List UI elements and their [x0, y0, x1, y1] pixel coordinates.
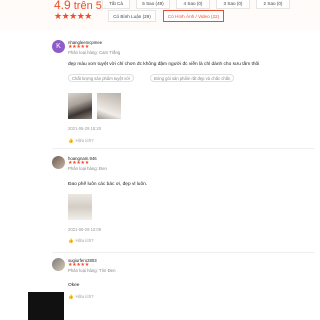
thumbs-up-icon: 👍 — [68, 294, 74, 299]
rating-summary: 4.9 trên 5 ★★★★★ Tất Cả 5 Sao (49) 4 Sao… — [0, 0, 320, 30]
helpful-label: Hữu ích? — [75, 294, 94, 299]
review-comment: Đao phế luôn các bác ơi, đẹp vl luôn. — [68, 182, 148, 187]
review-tag: Chất lượng sản phẩm tuyệt vời — [68, 74, 134, 82]
filter-5-star[interactable]: 5 Sao (49) — [136, 0, 170, 9]
review-variant: Phân loại hàng: Tím Đen — [68, 268, 116, 273]
review-comment: Okee — [68, 283, 80, 288]
helpful-button[interactable]: 👍 Hữu ích? — [68, 294, 94, 300]
review-date: 2021-06-29 15:20 — [68, 126, 102, 131]
filter-with-comment[interactable]: Có Bình Luận (29) — [108, 10, 156, 22]
filter-3-star[interactable]: 3 Sao (0) — [216, 0, 250, 9]
review-variant: Phân loại hàng: Cam Trắng — [68, 50, 121, 55]
thumbs-up-icon: 👍 — [68, 138, 74, 143]
filter-with-media[interactable]: Có Hình Ảnh / Video (22) — [163, 10, 224, 22]
helpful-label: Hữu ích? — [75, 238, 94, 243]
filter-2-star[interactable]: 2 Sao (0) — [256, 0, 290, 9]
thumbs-up-icon: 👍 — [68, 238, 74, 243]
review-date: 2021-06-29 12:09 — [68, 227, 102, 232]
helpful-label: Hữu ích? — [75, 138, 94, 143]
review-tag: Đóng gói sản phẩm rất đẹp và chắc chắn — [150, 74, 235, 82]
avatar[interactable] — [52, 258, 65, 271]
review-comment: đẹp màu xơn tuyệt vời chỉ chơn đc không … — [68, 62, 260, 67]
avatar[interactable] — [52, 156, 65, 169]
helpful-button[interactable]: 👍 Hữu ích? — [68, 138, 94, 144]
review-item: sugiurfero2803 ★★★★★ Phân loại hàng: Tím… — [52, 258, 314, 320]
helpful-button[interactable]: 👍 Hữu ích? — [68, 238, 94, 244]
review-item: hoangnam.946 ★★★★★ Phân loại hàng: Đen Đ… — [52, 156, 314, 246]
review-photo[interactable] — [68, 93, 92, 119]
divider — [52, 252, 314, 253]
review-photo[interactable] — [97, 93, 121, 119]
review-photo[interactable] — [68, 194, 92, 220]
filter-all[interactable]: Tất Cả — [102, 0, 130, 9]
review-item: K nhangleemcpmee ★★★★★ Phân loại hàng: C… — [52, 40, 314, 160]
overlay-block — [28, 292, 64, 320]
review-variant: Phân loại hàng: Đen — [68, 166, 107, 171]
filter-4-star[interactable]: 4 Sao (0) — [176, 0, 210, 9]
divider — [52, 148, 314, 149]
rating-stars: ★★★★★ — [54, 11, 92, 21]
avatar[interactable]: K — [52, 40, 65, 53]
